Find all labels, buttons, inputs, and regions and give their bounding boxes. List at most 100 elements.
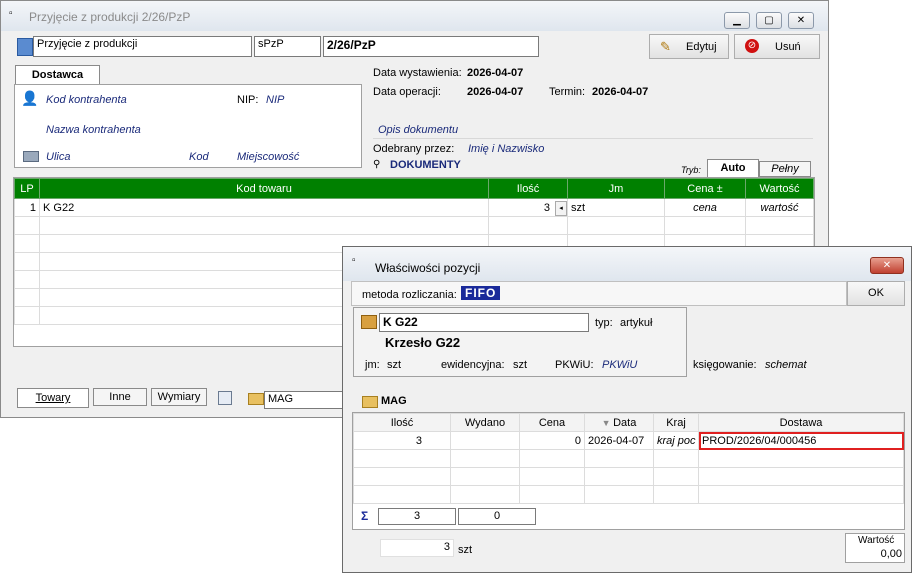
delete-icon: ⊘: [745, 39, 759, 53]
col-d-country[interactable]: Kraj: [653, 413, 699, 432]
window-icon: ▫: [9, 8, 13, 19]
delete-button[interactable]: ⊘ Usuń: [734, 34, 820, 59]
documents-link[interactable]: DOKUMENTY: [390, 159, 461, 171]
col-qty[interactable]: Ilość: [488, 178, 568, 199]
edit-button[interactable]: ✎ Edytuj: [649, 34, 729, 59]
tab-wymiary[interactable]: Wymiary: [151, 388, 207, 406]
spin-left-icon[interactable]: ◂: [555, 201, 567, 216]
col-d-date-label: Data: [613, 416, 637, 429]
maximize-button[interactable]: ▢: [756, 12, 782, 29]
tab-towary[interactable]: Towary: [17, 388, 89, 408]
d-row-qty[interactable]: 3: [353, 431, 451, 450]
d-row-delivery[interactable]: PROD/2026/04/000456: [698, 431, 904, 450]
tab-inne[interactable]: Inne: [93, 388, 147, 406]
method-label: metoda rozliczania:: [362, 289, 457, 301]
row-code[interactable]: K G22: [39, 198, 489, 217]
issue-date[interactable]: 2026-04-07: [467, 67, 523, 79]
doc-number-field[interactable]: 2/26/PzP: [323, 36, 539, 57]
col-d-issued[interactable]: Wydano: [450, 413, 520, 432]
doc-type-field[interactable]: Przyjęcie z produkcji: [33, 36, 252, 57]
supplier-code[interactable]: Kod kontrahenta: [46, 94, 127, 106]
sum-qty-field: 3: [378, 508, 456, 525]
operation-date-label: Data operacji:: [373, 86, 441, 98]
tab-mode-full[interactable]: Pełny: [759, 161, 811, 177]
col-code[interactable]: Kod towaru: [39, 178, 489, 199]
calendar-icon[interactable]: [218, 391, 232, 405]
table-row[interactable]: 1 K G22 3 ◂ szt cena wartość: [14, 198, 814, 217]
deliveries-grid: Ilość Wydano Cena ▼ Data Kraj Dostawa 3 …: [353, 413, 904, 504]
minimize-button[interactable]: ▁: [724, 12, 750, 29]
address-card-icon: [23, 151, 39, 162]
booking-value[interactable]: schemat: [765, 359, 807, 371]
evidential-value: szt: [513, 359, 528, 371]
warehouse-field[interactable]: MAG: [264, 391, 344, 409]
dialog-window-icon: ▫: [352, 255, 356, 266]
jm-value: szt: [387, 359, 402, 371]
row-value[interactable]: wartość: [745, 198, 814, 217]
footer-unit: szt: [458, 544, 473, 556]
table-row: [14, 216, 814, 235]
mode-label: Tryb:: [681, 165, 701, 175]
divider: [373, 138, 813, 139]
pkwiu-value[interactable]: PKWiU: [602, 359, 637, 371]
document-icon: [17, 38, 33, 56]
main-window-title: Przyjęcie z produkcji 2/26/PzP: [29, 10, 191, 24]
document-description[interactable]: Opis dokumentu: [378, 124, 458, 136]
nip-value[interactable]: NIP: [266, 94, 284, 106]
col-lp[interactable]: LP: [14, 178, 40, 199]
value-box: Wartość 0,00: [845, 533, 905, 563]
term-date[interactable]: 2026-04-07: [592, 86, 648, 98]
item-code-field[interactable]: K G22: [379, 313, 589, 332]
received-by-value[interactable]: Imię i Nazwisko: [468, 143, 544, 155]
dialog-titlebar: ▫ Właściwości pozycji ✕: [343, 247, 911, 281]
tab-supplier[interactable]: Dostawca: [15, 65, 100, 85]
pencil-icon: ✎: [660, 39, 671, 54]
item-name: Krzesło G22: [385, 335, 461, 350]
received-by-label: Odebrany przez:: [373, 143, 455, 155]
street[interactable]: Ulica: [46, 151, 70, 163]
supplier-name[interactable]: Nazwa kontrahenta: [46, 124, 141, 136]
nip-label: NIP:: [237, 94, 259, 106]
table-row: [353, 467, 904, 486]
ok-button[interactable]: OK: [847, 281, 905, 306]
postal-code[interactable]: Kod: [189, 151, 209, 163]
evidential-label: ewidencyjna:: [441, 359, 505, 371]
d-row-price[interactable]: 0: [519, 431, 585, 450]
item-properties-dialog: ▫ Właściwości pozycji ✕ metoda rozliczan…: [342, 246, 912, 573]
jm-label: jm:: [365, 359, 380, 371]
person-icon: 👤: [21, 90, 39, 106]
delete-button-label: Usuń: [775, 41, 801, 53]
row-unit[interactable]: szt: [567, 198, 665, 217]
col-value[interactable]: Wartość: [745, 178, 814, 199]
pkwiu-label: PKWiU:: [555, 359, 594, 371]
close-button[interactable]: ✕: [788, 12, 814, 29]
footer-qty-field: 3: [380, 539, 454, 557]
d-row-country[interactable]: kraj poc: [653, 431, 699, 450]
col-d-delivery[interactable]: Dostawa: [698, 413, 904, 432]
col-d-qty[interactable]: Ilość: [353, 413, 451, 432]
method-value[interactable]: FIFO: [461, 286, 501, 300]
table-row: [353, 449, 904, 468]
dialog-title: Właściwości pozycji: [375, 261, 481, 275]
table-row: [353, 485, 904, 504]
warehouse-folder-icon: [362, 396, 378, 408]
city[interactable]: Miejscowość: [237, 151, 299, 163]
d-row-date[interactable]: 2026-04-07: [584, 431, 654, 450]
doc-symbol-field[interactable]: sPzP: [254, 36, 321, 57]
col-unit[interactable]: Jm: [567, 178, 665, 199]
table-row[interactable]: 3 0 2026-04-07 kraj poc PROD/2026/04/000…: [353, 431, 904, 450]
col-price[interactable]: Cena ±: [664, 178, 746, 199]
operation-date[interactable]: 2026-04-07: [467, 86, 523, 98]
term-label: Termin:: [549, 86, 586, 98]
dialog-close-button[interactable]: ✕: [870, 257, 904, 274]
row-qty[interactable]: 3 ◂: [488, 198, 568, 217]
row-price[interactable]: cena: [664, 198, 746, 217]
sum-icon: Σ: [361, 509, 369, 523]
warehouse-name: MAG: [381, 395, 407, 407]
tab-mode-auto[interactable]: Auto: [707, 159, 759, 177]
binoculars-icon: ⚲: [373, 159, 381, 170]
folder-icon: [248, 393, 264, 405]
col-d-price[interactable]: Cena: [519, 413, 585, 432]
value-amount: 0,00: [880, 548, 902, 560]
col-d-date[interactable]: ▼ Data: [584, 413, 654, 432]
